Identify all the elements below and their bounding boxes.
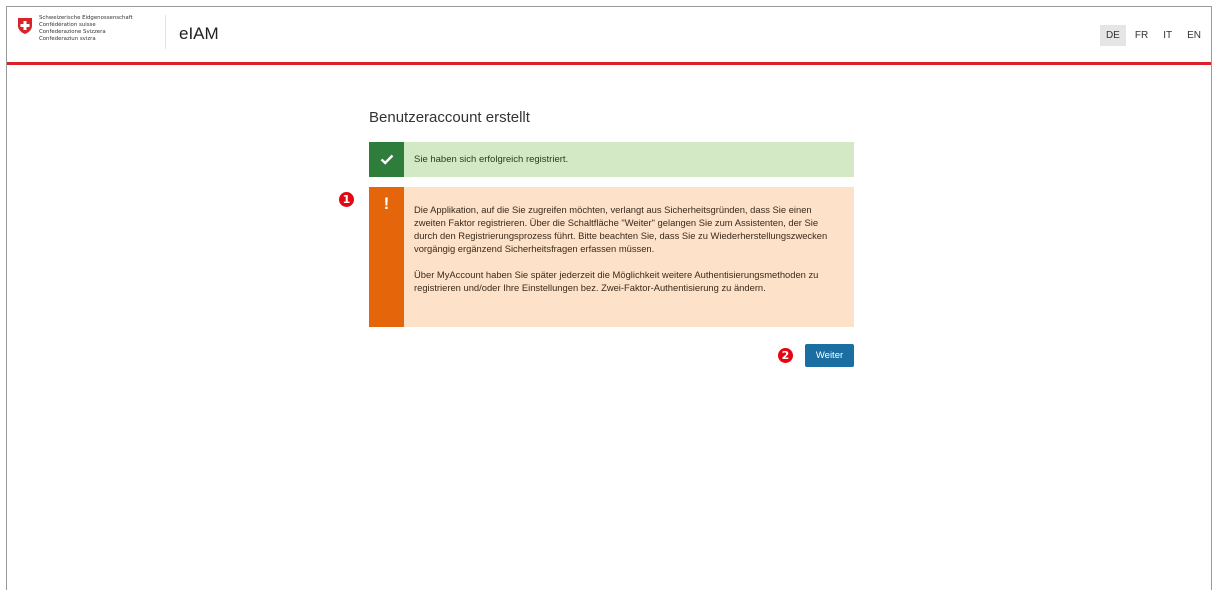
swiss-coat-of-arms-icon	[18, 18, 32, 34]
checkmark-icon	[369, 142, 404, 177]
confederation-line-it: Confederazione Svizzera	[39, 29, 106, 35]
brand-divider	[165, 15, 166, 49]
site-header: Schweizerische Eidgenossenschaft Confédé…	[7, 7, 1211, 65]
page-title: Benutzeraccount erstellt	[369, 109, 530, 126]
annotation-marker-2: 2	[778, 348, 793, 363]
warning-body: Die Applikation, auf die Sie zugreifen m…	[404, 187, 854, 327]
browser-frame: Schweizerische Eidgenossenschaft Confédé…	[6, 6, 1212, 590]
warning-paragraph-2: Über MyAccount haben Sie später jederzei…	[414, 269, 819, 293]
success-message: Sie haben sich erfolgreich registriert.	[414, 154, 569, 165]
language-it[interactable]: IT	[1157, 25, 1178, 46]
language-fr[interactable]: FR	[1129, 25, 1154, 46]
success-alert: Sie haben sich erfolgreich registriert.	[369, 142, 854, 177]
language-de[interactable]: DE	[1099, 25, 1126, 46]
language-switcher: DE FR IT EN	[1097, 25, 1207, 46]
app-title: eIAM	[179, 24, 219, 43]
continue-button[interactable]: Weiter	[805, 344, 854, 367]
warning-paragraph-1: Die Applikation, auf die Sie zugreifen m…	[414, 204, 828, 254]
annotation-marker-1: 1	[339, 192, 354, 207]
confederation-line-rm: Confederaziun svizra	[39, 36, 96, 42]
exclamation-icon: !	[369, 187, 404, 327]
confederation-line-fr: Confédération suisse	[39, 22, 96, 28]
language-en[interactable]: EN	[1181, 25, 1207, 46]
confederation-line-de: Schweizerische Eidgenossenschaft	[39, 15, 133, 21]
warning-alert: ! Die Applikation, auf die Sie zugreifen…	[369, 187, 854, 327]
confederation-wordmark: Schweizerische Eidgenossenschaft Confédé…	[39, 15, 167, 43]
